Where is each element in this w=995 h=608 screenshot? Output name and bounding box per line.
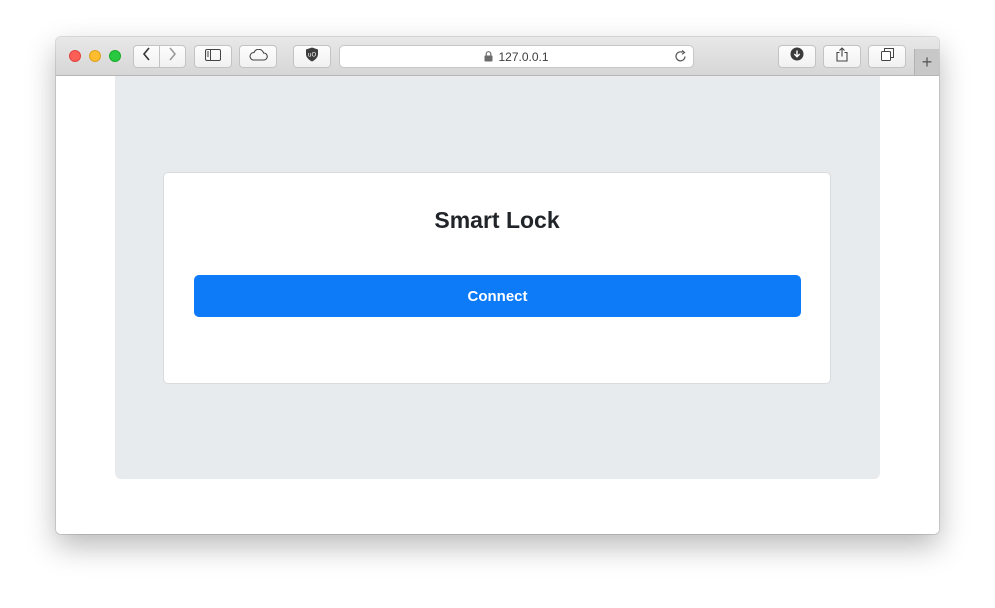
minimize-window-button[interactable] bbox=[89, 50, 101, 62]
close-window-button[interactable] bbox=[69, 50, 81, 62]
cloud-icon bbox=[248, 48, 268, 66]
sidebar-icon bbox=[205, 48, 221, 66]
reload-icon[interactable] bbox=[674, 50, 687, 63]
lock-icon bbox=[484, 51, 493, 62]
tab-overview-button[interactable] bbox=[868, 45, 906, 68]
downloads-button[interactable] bbox=[778, 45, 816, 68]
back-icon bbox=[142, 47, 151, 66]
maximize-window-button[interactable] bbox=[109, 50, 121, 62]
ublock-extension-button[interactable]: uO bbox=[293, 45, 331, 68]
address-bar[interactable]: 127.0.0.1 bbox=[339, 45, 694, 68]
page-title: Smart Lock bbox=[434, 207, 560, 233]
address-text: 127.0.0.1 bbox=[498, 49, 549, 64]
svg-text:uO: uO bbox=[308, 51, 317, 58]
connect-button[interactable]: Connect bbox=[194, 275, 801, 317]
sidebar-button[interactable] bbox=[194, 45, 232, 68]
page-background-panel: Smart Lock Connect bbox=[115, 76, 880, 479]
shield-icon: uO bbox=[305, 47, 319, 67]
forward-icon bbox=[168, 47, 177, 66]
share-button[interactable] bbox=[823, 45, 861, 68]
page-content: Smart Lock Connect bbox=[56, 76, 939, 534]
back-button[interactable] bbox=[134, 46, 159, 67]
share-icon bbox=[836, 46, 848, 67]
navigation-buttons bbox=[133, 45, 186, 68]
download-icon bbox=[790, 47, 804, 66]
smart-lock-card: Smart Lock Connect bbox=[163, 172, 831, 384]
tabs-icon bbox=[880, 47, 894, 66]
icloud-tabs-button[interactable] bbox=[239, 45, 277, 68]
new-tab-button[interactable]: + bbox=[914, 49, 939, 75]
browser-window: uO 127.0.0.1 + Smart Lock Connect bbox=[56, 37, 939, 534]
browser-toolbar: uO 127.0.0.1 + bbox=[56, 37, 939, 76]
forward-button[interactable] bbox=[160, 46, 185, 67]
